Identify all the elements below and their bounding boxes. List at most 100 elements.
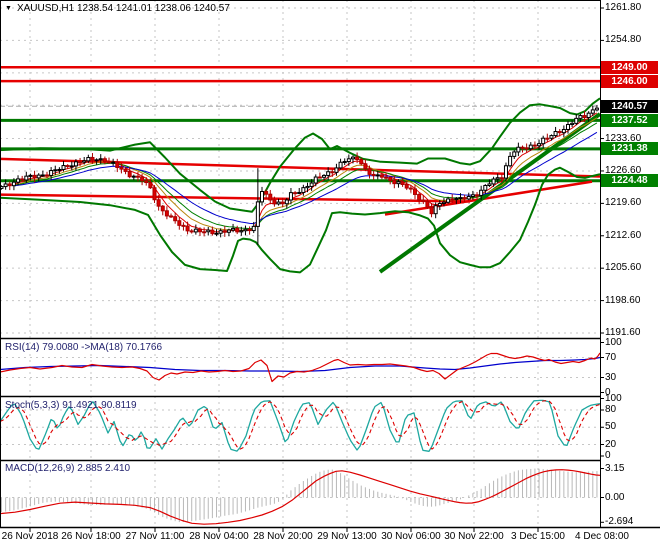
candle-body bbox=[236, 228, 239, 231]
price-axis-label: 1219.60 bbox=[605, 197, 641, 209]
time-axis-label: 27 Nov 11:00 bbox=[126, 531, 185, 542]
candle-body bbox=[141, 177, 144, 181]
price-ma-line bbox=[14, 113, 597, 232]
candle-body bbox=[54, 170, 57, 171]
candle-body bbox=[136, 176, 139, 177]
stoch-axis-label: 80 bbox=[605, 404, 616, 416]
candle-body bbox=[17, 179, 20, 182]
time-axis-label: 30 Nov 06:00 bbox=[381, 531, 441, 542]
candle-body bbox=[513, 152, 516, 156]
candle-body bbox=[546, 138, 549, 139]
macd-axis-label: 3.15 bbox=[605, 463, 624, 475]
candle-body bbox=[124, 169, 127, 171]
candle-body bbox=[587, 113, 590, 117]
time-axis-label: 3 Dec 15:00 bbox=[511, 531, 565, 542]
candle-body bbox=[459, 198, 462, 199]
candle-body bbox=[108, 162, 111, 163]
rsi-axis-label: 70 bbox=[605, 352, 616, 364]
candle-body bbox=[385, 177, 388, 178]
candle-body bbox=[591, 110, 594, 113]
price-badge: 1249.00 bbox=[601, 61, 658, 74]
candle-body bbox=[232, 228, 235, 230]
candle-body bbox=[372, 174, 375, 175]
candle-body bbox=[74, 162, 77, 166]
candle-body bbox=[343, 162, 346, 163]
candle-body bbox=[83, 161, 86, 162]
candle-body bbox=[248, 229, 251, 230]
chart-title: ▼ XAUUSD,H1 1238.54 1241.01 1238.06 1240… bbox=[5, 3, 230, 14]
mt4-chart-window: ▼ XAUUSD,H1 1238.54 1241.01 1238.06 1240… bbox=[0, 0, 660, 550]
candle-body bbox=[595, 108, 598, 110]
candle-body bbox=[33, 175, 36, 178]
candle-body bbox=[112, 162, 115, 163]
stoch-axis-label: 100 bbox=[605, 393, 622, 405]
candle-body bbox=[538, 144, 541, 146]
candle-body bbox=[240, 231, 243, 232]
candle-body bbox=[256, 202, 259, 226]
macd-axis-label: 0.00 bbox=[605, 492, 624, 504]
candle-body bbox=[252, 226, 255, 230]
candle-body bbox=[277, 202, 280, 204]
candle-body bbox=[562, 129, 565, 132]
candle-body bbox=[558, 131, 561, 132]
candle-body bbox=[215, 233, 218, 234]
candle-body bbox=[476, 195, 479, 196]
candle-body bbox=[62, 166, 65, 170]
candle-body bbox=[376, 175, 379, 176]
candle-body bbox=[380, 175, 383, 177]
stoch-axis-label: 50 bbox=[605, 421, 616, 433]
time-axis-label: 26 Nov 2018 bbox=[2, 531, 59, 542]
candle-body bbox=[306, 186, 309, 187]
time-axis-label: 29 Nov 13:00 bbox=[317, 531, 377, 542]
candle-body bbox=[103, 159, 106, 162]
time-axis-label: 28 Nov 20:00 bbox=[253, 531, 313, 542]
candle-body bbox=[451, 199, 454, 200]
candle-body bbox=[314, 177, 317, 183]
candle-body bbox=[223, 231, 226, 233]
candle-body bbox=[8, 184, 11, 186]
candle-body bbox=[207, 230, 210, 232]
candle-body bbox=[132, 176, 135, 177]
candle-body bbox=[91, 158, 94, 161]
candle-body bbox=[41, 175, 44, 176]
price-badge: 1240.57 bbox=[601, 100, 658, 113]
candle-body bbox=[70, 166, 73, 167]
candle-body bbox=[116, 162, 119, 167]
candle-body bbox=[447, 199, 450, 202]
candle-body bbox=[219, 231, 222, 234]
candle-body bbox=[364, 164, 367, 169]
candle-body bbox=[500, 178, 503, 179]
candle-body bbox=[504, 166, 507, 178]
candle-body bbox=[79, 162, 82, 163]
candle-body bbox=[186, 226, 189, 231]
candle-body bbox=[442, 202, 445, 203]
symbol-dropdown-icon[interactable]: ▼ bbox=[5, 4, 12, 14]
candle-body bbox=[99, 159, 102, 160]
candle-body bbox=[575, 118, 578, 123]
candle-body bbox=[368, 169, 371, 175]
candle-body bbox=[182, 225, 185, 226]
candle-body bbox=[401, 182, 404, 185]
candle-body bbox=[550, 136, 553, 139]
candle-body bbox=[298, 192, 301, 193]
price-axis-label: 1261.80 bbox=[605, 2, 641, 14]
candle-body bbox=[285, 200, 288, 204]
candle-body bbox=[409, 188, 412, 189]
candle-body bbox=[492, 179, 495, 184]
candle-body bbox=[281, 202, 284, 204]
candle-body bbox=[29, 175, 32, 176]
candle-body bbox=[525, 148, 528, 149]
time-axis-label: 30 Nov 22:00 bbox=[444, 531, 504, 542]
candle-body bbox=[484, 186, 487, 191]
stoch-axis-label: 20 bbox=[605, 439, 616, 451]
candle-body bbox=[174, 217, 177, 221]
candle-body bbox=[571, 123, 574, 124]
candle-body bbox=[198, 229, 201, 232]
candle-body bbox=[393, 180, 396, 183]
candle-body bbox=[430, 207, 433, 213]
price-ma-line bbox=[14, 123, 597, 229]
price-axis-label: 1212.60 bbox=[605, 230, 641, 242]
candle-body bbox=[323, 175, 326, 177]
candle-body bbox=[12, 182, 15, 186]
candle-body bbox=[471, 195, 474, 197]
